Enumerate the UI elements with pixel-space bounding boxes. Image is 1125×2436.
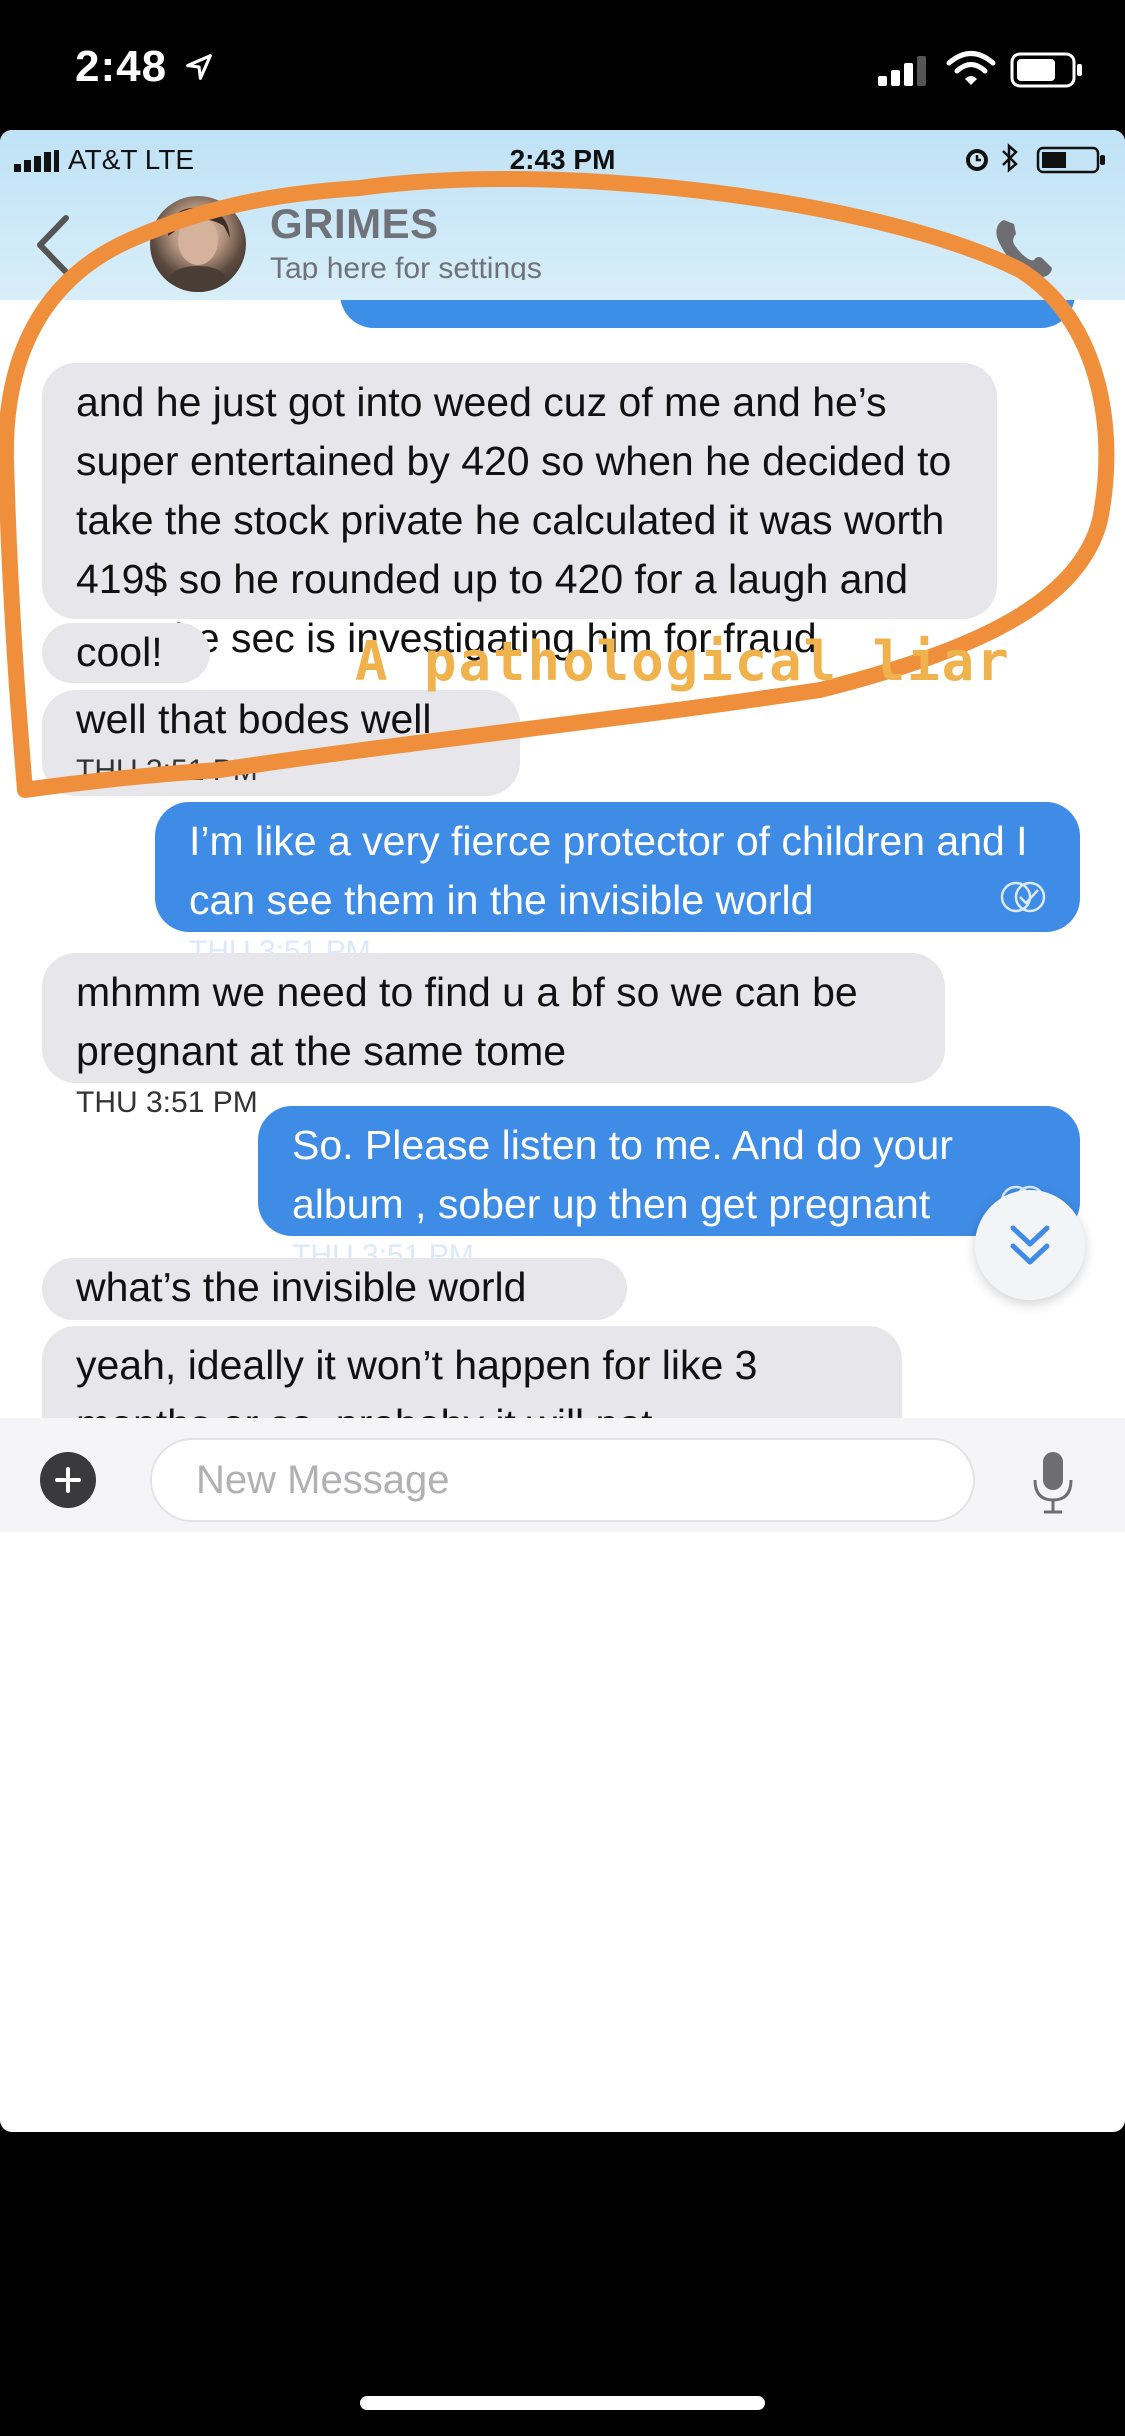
back-chevron-icon[interactable] <box>30 210 76 280</box>
add-attachment-button[interactable] <box>40 1452 96 1508</box>
scroll-to-bottom-button[interactable] <box>975 1190 1085 1300</box>
inner-time: 2:43 PM <box>509 144 616 175</box>
device-status-bar: 2:48 <box>0 0 1125 130</box>
contact-avatar[interactable] <box>150 196 246 292</box>
messages-screenshot: AT&T LTE 2:43 PM GRIMES Tap here for set… <box>0 130 1125 2132</box>
inner-status-bar: AT&T LTE 2:43 PM <box>0 130 1125 190</box>
new-message-input[interactable] <box>150 1438 975 1522</box>
phone-call-icon[interactable] <box>990 214 1058 282</box>
conversation-header: AT&T LTE 2:43 PM GRIMES Tap here for set… <box>0 130 1125 300</box>
message-timestamp: THU 3:51 PM <box>76 754 258 787</box>
message-text: I’m like a very fierce protector of chil… <box>189 818 1028 923</box>
microphone-icon[interactable] <box>1030 1448 1076 1518</box>
incoming-message[interactable]: mhmm we need to find u a bf so we can be… <box>42 953 945 1119</box>
plus-icon <box>55 1467 81 1493</box>
location-arrow-icon <box>186 54 212 80</box>
incoming-message[interactable]: and he just got into weed cuz of me and … <box>42 363 997 661</box>
message-composer <box>0 1418 1125 1532</box>
incoming-message[interactable]: what’s the invisible world <box>42 1258 627 1320</box>
message-text: and he just got into weed cuz of me and … <box>76 379 952 661</box>
message-text: cool! <box>76 629 163 675</box>
annotation-caption: A pathological liar <box>355 630 1011 693</box>
read-receipt-icon <box>1000 881 1046 913</box>
avatar-portrait-icon <box>164 207 232 292</box>
message-text: mhmm we need to find u a bf so we can be… <box>76 969 858 1074</box>
inner-battery-icon <box>1036 146 1105 174</box>
incoming-message[interactable]: cool! <box>42 623 210 683</box>
double-chevron-down-icon <box>1010 1225 1050 1265</box>
message-text: well that bodes well <box>76 696 432 742</box>
contact-name[interactable]: GRIMES <box>270 200 439 248</box>
outgoing-message[interactable]: So. Please listen to me. And do your alb… <box>258 1106 1080 1272</box>
battery-icon <box>1010 52 1082 88</box>
incoming-message[interactable]: yeah, ideally it won’t happen for like 3… <box>42 1326 902 1447</box>
alarm-icon <box>966 149 988 171</box>
device-time: 2:48 <box>75 42 168 91</box>
wifi-icon <box>946 51 996 85</box>
cellular-signal-icon <box>878 56 926 86</box>
incoming-message[interactable]: well that bodes well THU 3:51 PM <box>42 690 520 796</box>
home-indicator[interactable] <box>360 2396 765 2410</box>
outgoing-message[interactable]: I’m like a very fierce protector of chil… <box>155 802 1080 968</box>
message-text: So. Please listen to me. And do your alb… <box>292 1122 953 1227</box>
contact-settings-hint[interactable]: Tap here for settings <box>270 252 542 280</box>
bluetooth-icon <box>1002 143 1018 173</box>
message-text: what’s the invisible world <box>76 1264 527 1310</box>
